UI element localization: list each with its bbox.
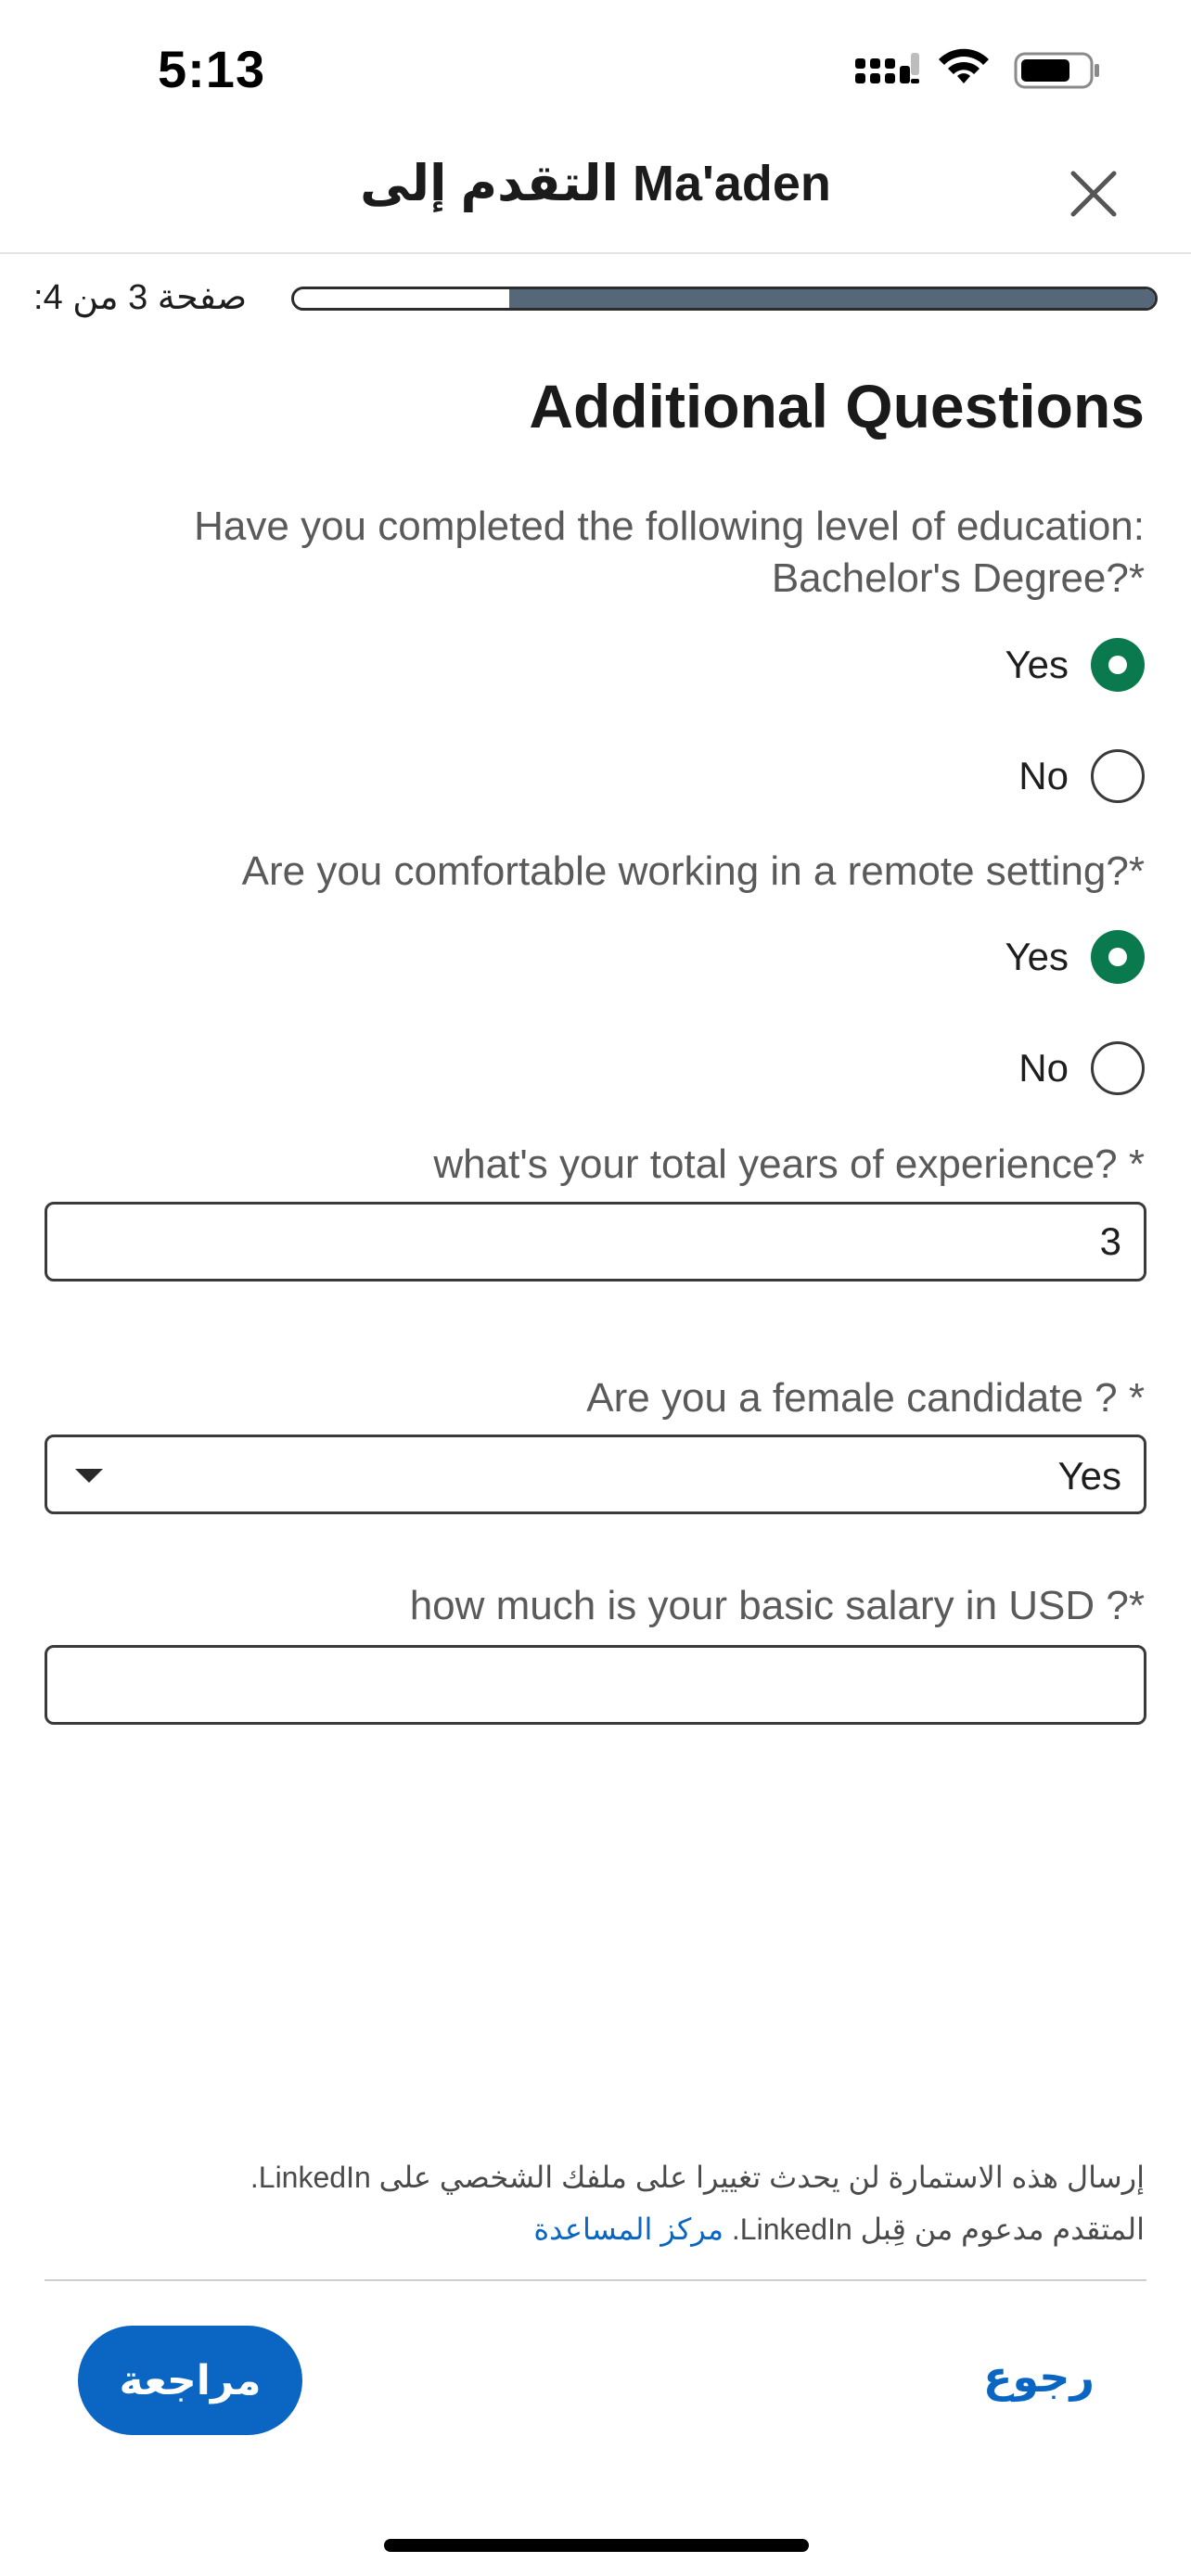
footer-powered-by: المتقدم مدعوم من قِبل LinkedIn. مركز الم… (32, 2203, 1145, 2255)
remote-yes-option[interactable]: Yes (1005, 930, 1145, 984)
female-candidate-select[interactable]: Yes (45, 1435, 1146, 1514)
education-no-option[interactable]: No (1018, 749, 1145, 803)
remote-no-option[interactable]: No (1018, 1041, 1145, 1095)
salary-field[interactable] (45, 1645, 1146, 1725)
footer-notice: إرسال هذه الاستمارة لن يحدث تغييرا على م… (250, 2161, 1145, 2194)
radio-label: No (1018, 1046, 1069, 1090)
home-indicator (384, 2539, 809, 2552)
radio-label: No (1018, 754, 1069, 797)
radio-selected-icon[interactable] (1091, 930, 1145, 984)
help-center-link[interactable]: مركز المساعدة (533, 2213, 724, 2246)
question-education-label: Have you completed the following level o… (194, 504, 1145, 601)
dropdown-caret-icon (75, 1469, 103, 1483)
question-female-label: Are you a female candidate ? * (586, 1375, 1145, 1421)
close-icon (1070, 171, 1117, 217)
header-divider (0, 252, 1191, 254)
battery-icon (1014, 52, 1099, 89)
footer-divider (45, 2279, 1146, 2281)
header-title: التقدم إلى Ma'aden (360, 156, 831, 211)
radio-label: Yes (1005, 643, 1069, 686)
status-time: 5:13 (158, 40, 266, 98)
progress-bar (291, 287, 1158, 311)
page-indicator: صفحة 3 من 4: (33, 278, 248, 317)
select-value: Yes (1057, 1454, 1121, 1498)
question-experience-label: what's your total years of experience? * (433, 1141, 1145, 1187)
experience-field[interactable] (45, 1202, 1146, 1282)
question-remote-label: Are you comfortable working in a remote … (241, 848, 1145, 894)
wifi-icon (939, 48, 989, 83)
powered-by-text: المتقدم مدعوم من قِبل LinkedIn. (731, 2213, 1145, 2246)
review-button[interactable]: مراجعة (78, 2326, 302, 2435)
question-salary-label: how much is your basic salary in USD ?* (409, 1583, 1145, 1628)
radio-unselected-icon[interactable] (1091, 1041, 1145, 1095)
radio-selected-icon[interactable] (1091, 638, 1145, 692)
radio-label: Yes (1005, 935, 1069, 978)
radio-unselected-icon[interactable] (1091, 749, 1145, 803)
salary-input[interactable] (47, 1648, 1144, 1722)
progress-fill (509, 289, 1155, 308)
education-yes-option[interactable]: Yes (1005, 638, 1145, 692)
cellular-signal-icon (855, 53, 919, 83)
section-title: Additional Questions (529, 372, 1145, 440)
back-button[interactable]: رجوع (937, 2352, 1141, 2402)
experience-input[interactable] (47, 1205, 1144, 1279)
close-button[interactable] (1057, 158, 1130, 230)
